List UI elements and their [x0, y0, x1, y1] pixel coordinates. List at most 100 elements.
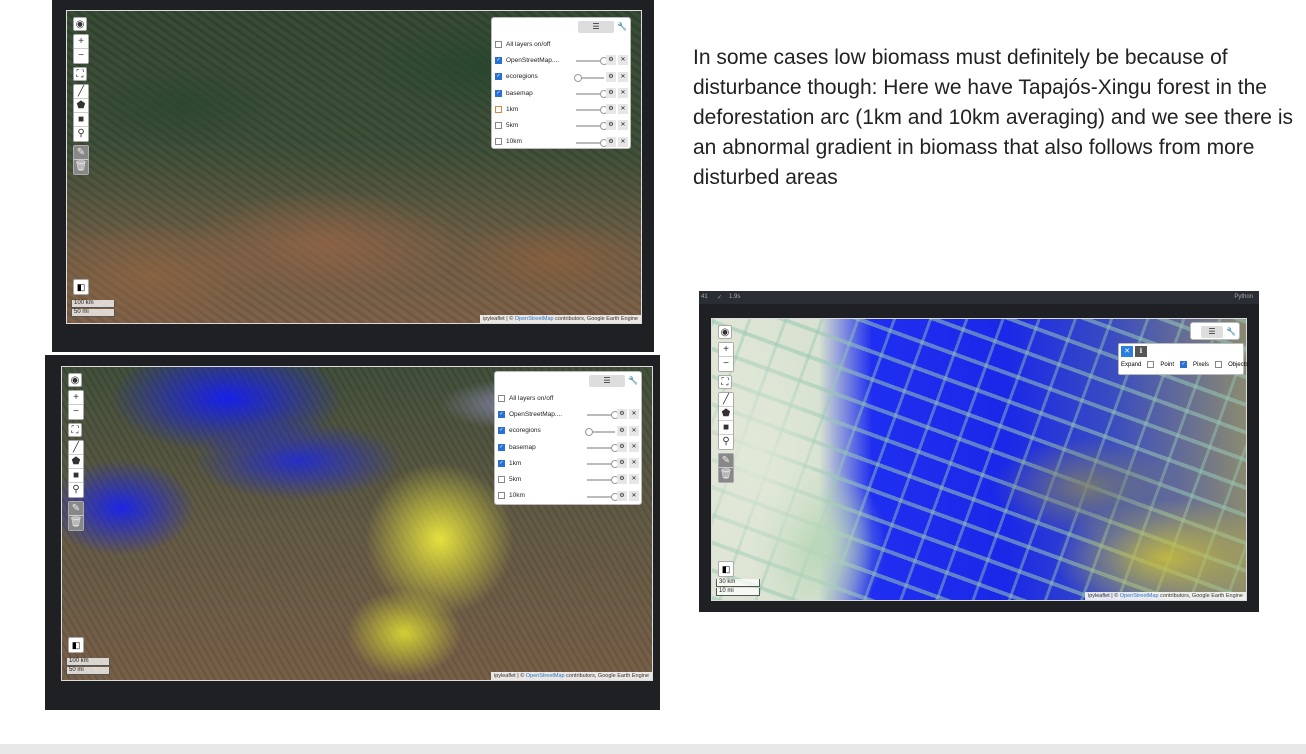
globe-icon[interactable]: ◉ [73, 17, 87, 31]
close-icon[interactable]: ✕ [618, 120, 628, 131]
globe-icon[interactable]: ◉ [718, 325, 732, 339]
opacity-slider[interactable] [587, 443, 619, 452]
close-icon[interactable]: ✕ [629, 441, 639, 452]
gear-icon[interactable]: ⚙ [606, 71, 616, 82]
edit-icon[interactable]: ✎ [74, 146, 88, 160]
layer-checkbox[interactable]: ✓ [498, 410, 505, 418]
layer-checkbox[interactable]: ✓ [498, 459, 505, 467]
draw-marker-icon[interactable]: ⚲ [74, 127, 88, 141]
opacity-slider[interactable] [576, 57, 608, 66]
zoom-out-button[interactable]: − [719, 357, 733, 371]
opacity-slider[interactable] [587, 476, 619, 485]
gear-icon[interactable]: ⚙ [617, 409, 627, 420]
close-icon[interactable]: ✕ [629, 458, 639, 469]
layer-checkbox[interactable] [495, 40, 502, 48]
layer-checkbox[interactable] [498, 476, 505, 484]
draw-polygon-icon[interactable]: ⬟ [69, 455, 83, 469]
layer-checkbox[interactable]: ✓ [495, 56, 502, 64]
close-icon[interactable]: ✕ [629, 409, 639, 420]
layer-checkbox[interactable] [495, 138, 502, 146]
draw-line-icon[interactable]: ╱ [74, 85, 88, 99]
slider-knob[interactable] [585, 427, 593, 436]
map-2[interactable]: ◉ + − ⛶ ╱ ⬟ ■ ⚲ ✎ 🗑 ◧ 100 km 50 mi ipyle… [61, 366, 653, 681]
layers-icon[interactable]: ☰ [1201, 326, 1223, 338]
layer-checkbox[interactable] [498, 394, 505, 402]
gear-icon[interactable]: ⚙ [606, 55, 616, 66]
fullscreen-icon[interactable]: ⛶ [73, 67, 87, 81]
layer-checkbox[interactable] [495, 122, 502, 130]
draw-rectangle-icon[interactable]: ■ [69, 469, 83, 483]
layer-checkbox[interactable]: ✓ [495, 73, 502, 81]
draw-polygon-icon[interactable]: ⬟ [719, 407, 733, 421]
zoom-out-button[interactable]: − [74, 49, 88, 63]
close-icon[interactable]: ✕ [618, 55, 628, 66]
point-checkbox[interactable] [1147, 361, 1155, 368]
globe-icon[interactable]: ◉ [68, 373, 82, 387]
edit-icon[interactable]: ✎ [719, 454, 733, 468]
map-1[interactable]: ◉ + − ⛶ ╱ ⬟ ■ ⚲ ✎ 🗑 ◧ 100 km 50 mi ipyle… [66, 10, 642, 324]
slider-knob[interactable] [574, 73, 582, 82]
opacity-slider[interactable] [587, 492, 619, 501]
osm-link[interactable]: OpenStreetMap [526, 673, 565, 679]
layer-toggle-icon[interactable]: ◧ [73, 279, 89, 295]
layer-checkbox[interactable]: ✓ [498, 443, 505, 451]
trash-icon[interactable]: 🗑 [69, 516, 83, 530]
trash-icon[interactable]: 🗑 [74, 160, 88, 174]
gear-icon[interactable]: ⚙ [617, 490, 627, 501]
opacity-slider[interactable] [576, 122, 608, 131]
close-icon[interactable]: ✕ [618, 71, 628, 82]
fullscreen-icon[interactable]: ⛶ [718, 375, 732, 389]
opacity-slider[interactable] [576, 89, 608, 98]
close-icon[interactable]: ✕ [629, 474, 639, 485]
gear-icon[interactable]: ⚙ [606, 104, 616, 115]
opacity-slider[interactable] [576, 106, 608, 115]
layers-icon[interactable]: ☰ [589, 375, 625, 387]
draw-marker-icon[interactable]: ⚲ [719, 435, 733, 449]
opacity-slider[interactable] [587, 411, 619, 420]
objects-checkbox[interactable] [1215, 361, 1223, 368]
opacity-slider[interactable] [576, 138, 608, 147]
layer-checkbox[interactable] [495, 105, 502, 113]
gear-icon[interactable]: ⚙ [617, 458, 627, 469]
info-icon[interactable]: ℹ [1135, 346, 1147, 357]
draw-rectangle-icon[interactable]: ■ [719, 421, 733, 435]
layer-checkbox[interactable] [498, 492, 505, 500]
gear-icon[interactable]: ⚙ [606, 87, 616, 98]
layers-icon[interactable]: ☰ [578, 21, 614, 33]
close-icon[interactable]: ✕ [618, 136, 628, 147]
close-icon[interactable]: ✕ [629, 490, 639, 501]
zoom-in-button[interactable]: + [69, 391, 83, 405]
fullscreen-icon[interactable]: ⛶ [68, 423, 82, 437]
osm-link[interactable]: OpenStreetMap [1120, 593, 1159, 599]
opacity-slider[interactable] [574, 73, 604, 82]
expand-label[interactable]: Expand [1121, 362, 1141, 368]
close-icon[interactable]: ✕ [618, 104, 628, 115]
zoom-out-button[interactable]: − [69, 405, 83, 419]
draw-line-icon[interactable]: ╱ [69, 441, 83, 455]
wrench-icon[interactable]: 🔧 [617, 21, 627, 33]
edit-icon[interactable]: ✎ [69, 502, 83, 516]
trash-icon[interactable]: 🗑 [719, 468, 733, 482]
gear-icon[interactable]: ⚙ [606, 120, 616, 131]
zoom-in-button[interactable]: + [74, 35, 88, 49]
wrench-icon[interactable]: 🔧 [628, 375, 638, 387]
gear-icon[interactable]: ⚙ [617, 425, 627, 436]
gear-icon[interactable]: ⚙ [617, 474, 627, 485]
close-icon[interactable]: ✕ [629, 425, 639, 436]
draw-line-icon[interactable]: ╱ [719, 393, 733, 407]
opacity-slider[interactable] [587, 460, 619, 469]
close-icon[interactable]: ✕ [618, 87, 628, 98]
layer-checkbox[interactable]: ✓ [498, 427, 505, 435]
gear-icon[interactable]: ⚙ [606, 136, 616, 147]
close-icon[interactable]: ✕ [1121, 346, 1133, 357]
wrench-icon[interactable]: 🔧 [1226, 326, 1236, 338]
draw-rectangle-icon[interactable]: ■ [74, 113, 88, 127]
zoom-in-button[interactable]: + [719, 343, 733, 357]
layer-toggle-icon[interactable]: ◧ [68, 637, 84, 653]
layer-checkbox[interactable]: ✓ [495, 89, 502, 97]
gear-icon[interactable]: ⚙ [617, 441, 627, 452]
pixels-checkbox[interactable]: ✓ [1180, 361, 1188, 368]
layer-toggle-icon[interactable]: ◧ [718, 561, 734, 577]
opacity-slider[interactable] [585, 427, 615, 436]
draw-polygon-icon[interactable]: ⬟ [74, 99, 88, 113]
